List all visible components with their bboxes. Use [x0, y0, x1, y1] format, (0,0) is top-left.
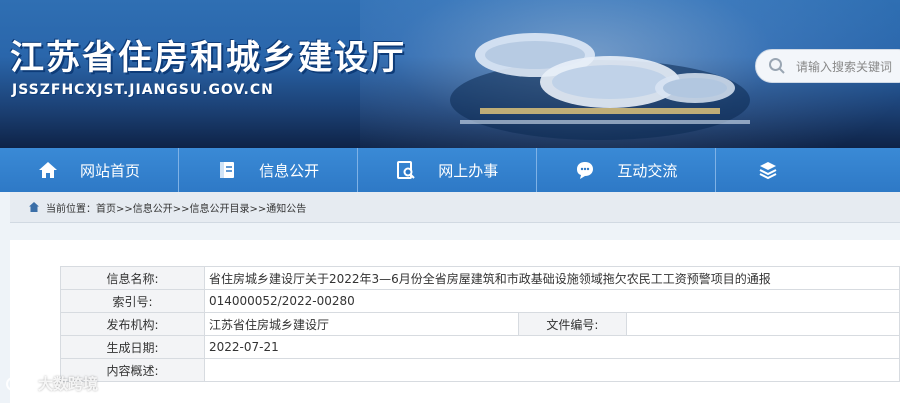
- chat-icon: [577, 162, 594, 179]
- nav-item-info-public[interactable]: 信息公开: [179, 148, 359, 192]
- search-icon[interactable]: [768, 57, 786, 75]
- nav-item-home[interactable]: 网站首页: [0, 148, 180, 192]
- home-icon: [39, 162, 58, 178]
- info-publisher-value: 江苏省住房城乡建设厅: [203, 312, 520, 336]
- site-url: JSSZFHCXJST.JIANGSU.GOV.CN: [12, 82, 274, 98]
- info-publisher-label: 发布机构:: [60, 312, 205, 336]
- content-panel: 信息名称: 省住房城乡建设厅关于2022年3—6月份全省房屋建筑和市政基础设施领…: [10, 240, 900, 403]
- nav-item-interaction[interactable]: 互动交流: [537, 148, 717, 192]
- home-icon: [29, 202, 39, 212]
- info-name-label: 信息名称:: [60, 266, 205, 290]
- watermark: 大数跨境: [4, 373, 98, 394]
- layers-icon: [759, 162, 777, 180]
- info-date-value: 2022-07-21: [203, 335, 900, 359]
- nav-item-label: 网站首页: [80, 161, 141, 180]
- watermark-logo-icon: [6, 376, 31, 391]
- document-icon: [220, 162, 235, 178]
- watermark-text: 大数跨境: [38, 375, 99, 393]
- nav-item-label: 信息公开: [259, 161, 320, 180]
- main-nav: 网站首页 信息公开 网上办事 互动交流: [0, 148, 900, 192]
- info-summary-value: [203, 358, 900, 382]
- search-input[interactable]: [794, 56, 900, 78]
- table-row: 内容概述:: [60, 358, 900, 382]
- search-doc-icon: [397, 161, 415, 179]
- info-name-value: 省住房城乡建设厅关于2022年3—6月份全省房屋建筑和市政基础设施领域拖欠农民工…: [203, 266, 900, 290]
- stadium-illustration: [450, 33, 750, 140]
- nav-item-label: 网上办事: [438, 161, 499, 180]
- info-docno-value: [625, 312, 900, 336]
- info-docno-label: 文件编号:: [518, 312, 627, 336]
- nav-item-online-service[interactable]: 网上办事: [358, 148, 538, 192]
- site-header: 江苏省住房和城乡建设厅 JSSZFHCXJST.JIANGSU.GOV.CN: [0, 0, 900, 148]
- table-row: 信息名称: 省住房城乡建设厅关于2022年3—6月份全省房屋建筑和市政基础设施领…: [60, 266, 900, 290]
- breadcrumb-path[interactable]: 首页>>信息公开>>信息公开目录>>通知公告: [96, 200, 306, 215]
- breadcrumb-prefix: 当前位置：: [46, 203, 96, 215]
- info-date-label: 生成日期:: [60, 335, 205, 359]
- nav-item-label: 互动交流: [617, 161, 678, 180]
- info-table: 信息名称: 省住房城乡建设厅关于2022年3—6月份全省房屋建筑和市政基础设施领…: [60, 266, 900, 382]
- info-index-value: 014000052/2022-00280: [203, 289, 900, 313]
- table-row: 发布机构: 江苏省住房城乡建设厅 文件编号:: [60, 312, 900, 336]
- table-row: 生成日期: 2022-07-21: [60, 335, 900, 359]
- site-title: 江苏省住房和城乡建设厅: [10, 38, 406, 78]
- search-box[interactable]: [755, 49, 900, 83]
- table-row: 索引号: 014000052/2022-00280: [60, 289, 900, 313]
- breadcrumb: 当前位置： 首页>>信息公开>>信息公开目录>>通知公告: [10, 192, 900, 223]
- info-index-label: 索引号:: [60, 289, 205, 313]
- nav-item-more[interactable]: [716, 148, 900, 192]
